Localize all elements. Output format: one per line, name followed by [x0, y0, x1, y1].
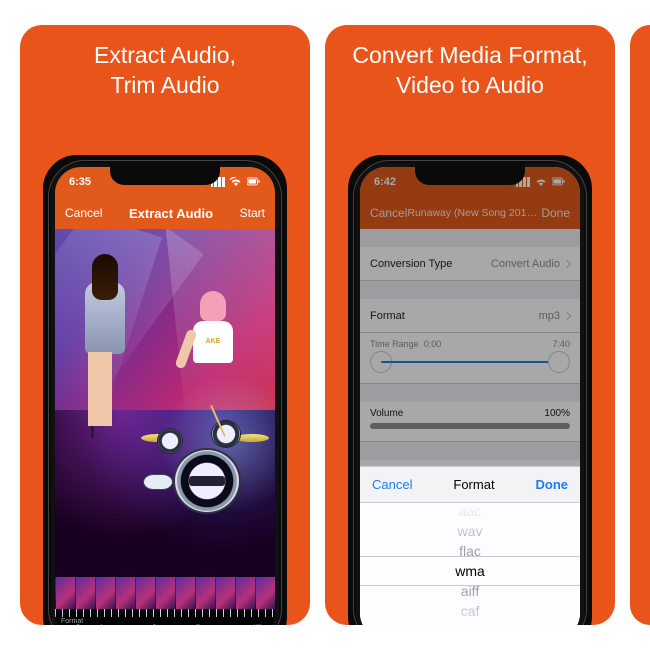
format-option-m4r[interactable]: m4r — [143, 623, 160, 625]
card1-title: Extract Audio, Trim Audio — [20, 25, 310, 111]
drum-kit — [151, 418, 261, 514]
promo-card-2: Convert Media Format, Video to Audio 6:4… — [325, 25, 615, 625]
format-option-mp3[interactable]: mp3 — [63, 623, 81, 625]
cancel-button[interactable]: Cancel — [65, 206, 102, 220]
singer — [77, 258, 133, 438]
notch — [110, 163, 220, 185]
wifi-icon — [229, 177, 243, 187]
drummer: AKE — [187, 297, 239, 417]
timeline-thumbnails[interactable] — [55, 577, 275, 609]
format-option-flac[interactable]: flac — [196, 623, 210, 625]
format-option-ca[interactable]: ca — [270, 623, 275, 625]
format-option-wma[interactable]: wma — [220, 623, 239, 625]
sheet-title: Format — [453, 477, 494, 492]
nav-bar-1: Cancel Extract Audio Start — [55, 197, 275, 229]
phone-1: 6:35 Cancel Extract — [43, 155, 287, 625]
format-option-m4a[interactable]: m4a — [91, 623, 109, 625]
picker-selector-bar — [360, 556, 580, 586]
battery-icon — [247, 177, 261, 187]
format-selector[interactable]: mp3 m4a ogg m4r wav flac wma aiff ca — [55, 617, 275, 625]
notch — [415, 163, 525, 185]
start-button[interactable]: Start — [240, 206, 265, 220]
sheet-cancel[interactable]: Cancel — [372, 477, 412, 492]
format-picker-sheet: Cancel Format Done aacwavflacwmaaiffcafa… — [360, 466, 580, 625]
jersey-text: AKE — [193, 321, 233, 363]
timeline-ruler[interactable] — [55, 609, 275, 617]
format-picker-wheel[interactable]: aacwavflacwmaaiffcafadv — [360, 503, 580, 625]
nav-title: Extract Audio — [129, 206, 213, 221]
format-option-ogg[interactable]: ogg — [118, 623, 133, 625]
status-time: 6:35 — [69, 176, 91, 188]
sheet-done[interactable]: Done — [535, 477, 568, 492]
video-preview[interactable]: AKE — [55, 229, 275, 577]
promo-card-1: Extract Audio, Trim Audio 6:35 — [20, 25, 310, 625]
format-option-wav[interactable]: wav — [170, 623, 186, 625]
card2-title: Convert Media Format, Video to Audio — [325, 25, 615, 111]
format-option-aiff[interactable]: aiff — [249, 623, 261, 625]
promo-card-3-peek — [630, 25, 650, 625]
phone-2: 6:42 Cancel Runaway — [348, 155, 592, 625]
